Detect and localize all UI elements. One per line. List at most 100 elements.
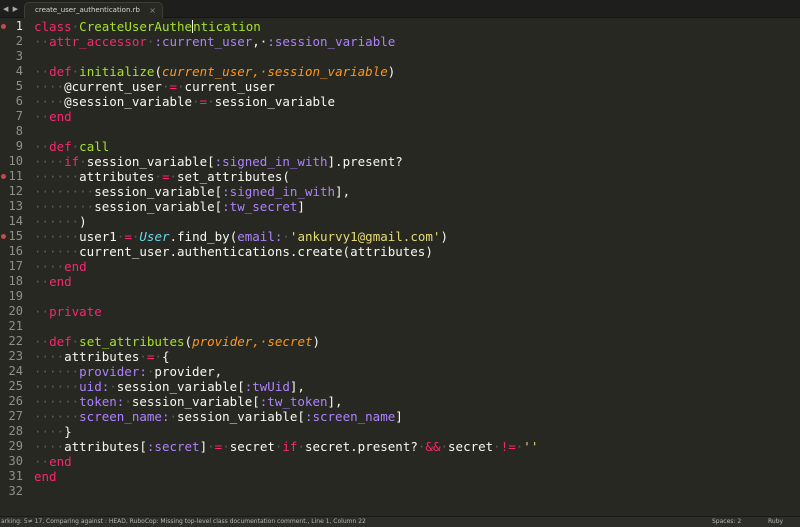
code-token: ,· <box>252 64 268 79</box>
code-line[interactable]: 30 ··end <box>0 454 800 469</box>
code-token: attributes[ <box>64 439 147 454</box>
code-text: ······current_user.authentications.creat… <box>34 244 433 259</box>
code-token: ( <box>184 334 193 349</box>
close-tab-icon[interactable]: × <box>149 3 156 18</box>
code-token: end <box>64 259 87 274</box>
code-token: ·· <box>34 274 50 289</box>
line-number: 32 <box>8 484 23 498</box>
tab-navigation-arrows[interactable]: ◀ ▶ <box>0 0 22 18</box>
code-text: ··def·call <box>34 139 109 154</box>
code-line[interactable]: 7 ··end <box>0 109 800 124</box>
code-token: · <box>297 439 305 454</box>
code-line[interactable]: 4 ··def·initialize(current_user,·session_… <box>0 64 800 79</box>
code-token: ·· <box>34 64 50 79</box>
code-token: secret <box>448 439 494 454</box>
code-text: ········session_variable[:signed_in_with… <box>34 184 350 199</box>
code-line[interactable]: 18 ··end <box>0 274 800 289</box>
line-number: 5 <box>15 79 23 93</box>
code-token: } <box>64 424 72 439</box>
code-line[interactable]: 10 ····if·session_variable[:signed_in_wit… <box>0 154 800 169</box>
code-token: email: <box>237 229 283 244</box>
code-line[interactable]: 27 ······screen_name:·session_variable[:s… <box>0 409 800 424</box>
code-token: = <box>169 79 178 94</box>
code-line[interactable]: 5 ····@current_user·=·current_user <box>0 79 800 94</box>
code-line[interactable]: 14 ······) <box>0 214 800 229</box>
code-token: set_attributes( <box>177 169 290 184</box>
code-token: · <box>109 379 117 394</box>
code-text: ··end <box>34 274 72 289</box>
code-text: ··private <box>34 304 102 319</box>
code-line[interactable]: 21 <box>0 319 800 334</box>
code-line[interactable]: 28 ····} <box>0 424 800 439</box>
code-line[interactable]: 19 <box>0 289 800 304</box>
code-token: ···· <box>34 154 65 169</box>
line-number: 2 <box>15 34 23 48</box>
code-line[interactable]: 15 ······user1·=·User.find_by(email:·'ank… <box>0 229 800 244</box>
code-token: · <box>192 94 200 109</box>
code-line[interactable]: 1 class·CreateUserAuthentication <box>0 19 800 34</box>
code-line[interactable]: 25 ······uid:·session_variable[:twUid], <box>0 379 800 394</box>
code-line[interactable]: 31 end <box>0 469 800 484</box>
file-tab[interactable]: create_user_authentication.rb × <box>24 2 163 18</box>
code-token: · <box>139 349 147 364</box>
code-token: initialize <box>79 64 155 79</box>
code-editor[interactable]: 1 class·CreateUserAuthentication 2 ··attr_a… <box>0 18 800 516</box>
code-line[interactable]: 17 ····end <box>0 259 800 274</box>
code-token: · <box>493 439 501 454</box>
code-line[interactable]: 22 ··def·set_attributes(provider,·secret) <box>0 334 800 349</box>
code-token: @session_variable <box>64 94 193 109</box>
code-text: ······) <box>34 214 87 229</box>
line-number: 19 <box>8 289 23 303</box>
line-number: 6 <box>15 94 23 108</box>
line-number: 8 <box>15 124 23 138</box>
line-number: 10 <box>8 154 23 168</box>
line-number: 17 <box>8 259 23 273</box>
code-line[interactable]: 16 ······current_user.authentications.cre… <box>0 244 800 259</box>
code-token: · <box>79 154 87 169</box>
code-text: ······user1·=·User.find_by(email:·'ankur… <box>34 229 448 244</box>
code-line[interactable]: 29 ····attributes[:secret]·=·secret·if·se… <box>0 439 800 454</box>
code-line[interactable]: 13 ········session_variable[:tw_secret] <box>0 199 800 214</box>
line-number: 30 <box>8 454 23 468</box>
code-line[interactable]: 3 <box>0 49 800 64</box>
code-line[interactable]: 8 <box>0 124 800 139</box>
line-number: 18 <box>8 274 23 288</box>
code-token: def <box>49 64 72 79</box>
code-token: · <box>207 94 215 109</box>
line-number: 25 <box>8 379 23 393</box>
code-line[interactable]: 9 ··def·call <box>0 139 800 154</box>
code-line[interactable]: 32 <box>0 484 800 499</box>
code-line[interactable]: 24 ······provider:·provider, <box>0 364 800 379</box>
syntax-selector[interactable]: Ruby <box>768 517 783 527</box>
code-line[interactable]: 2 ··attr_accessor·:current_user,·:session… <box>0 34 800 49</box>
code-token: private <box>49 304 102 319</box>
line-number: 3 <box>15 49 23 63</box>
code-token: session_variable <box>214 94 336 109</box>
code-token: :screen_name <box>304 409 396 424</box>
code-line[interactable]: 11 ······attributes·=·set_attributes( <box>0 169 800 184</box>
code-line[interactable]: 26 ······token:·session_variable[:tw_toke… <box>0 394 800 409</box>
code-line[interactable]: 23 ····attributes·=·{ <box>0 349 800 364</box>
code-text: ··end <box>34 454 72 469</box>
code-token: secret <box>229 439 275 454</box>
code-token: call <box>79 139 110 154</box>
line-number: 7 <box>15 109 23 123</box>
code-token: ······ <box>34 409 80 424</box>
code-line[interactable]: 12 ········session_variable[:signed_in_wi… <box>0 184 800 199</box>
line-number: 28 <box>8 424 23 438</box>
code-token: = <box>124 229 132 244</box>
code-token: ···· <box>34 424 65 439</box>
code-token: ) <box>79 214 87 229</box>
indentation-setting[interactable]: Spaces: 2 <box>712 517 741 527</box>
code-token: current_user <box>184 79 275 94</box>
code-token: if <box>282 439 298 454</box>
code-text: ··def·set_attributes(provider,·secret) <box>34 334 320 349</box>
code-text: class·CreateUserAuthentication <box>34 19 261 34</box>
code-token: ···· <box>34 439 65 454</box>
code-line[interactable]: 6 ····@session_variable·=·session_variabl… <box>0 94 800 109</box>
code-token: · <box>282 229 290 244</box>
code-line[interactable]: 20 ··private <box>0 304 800 319</box>
code-token: ], <box>289 379 305 394</box>
code-token: ntication <box>193 19 261 34</box>
code-token: ( <box>154 64 162 79</box>
